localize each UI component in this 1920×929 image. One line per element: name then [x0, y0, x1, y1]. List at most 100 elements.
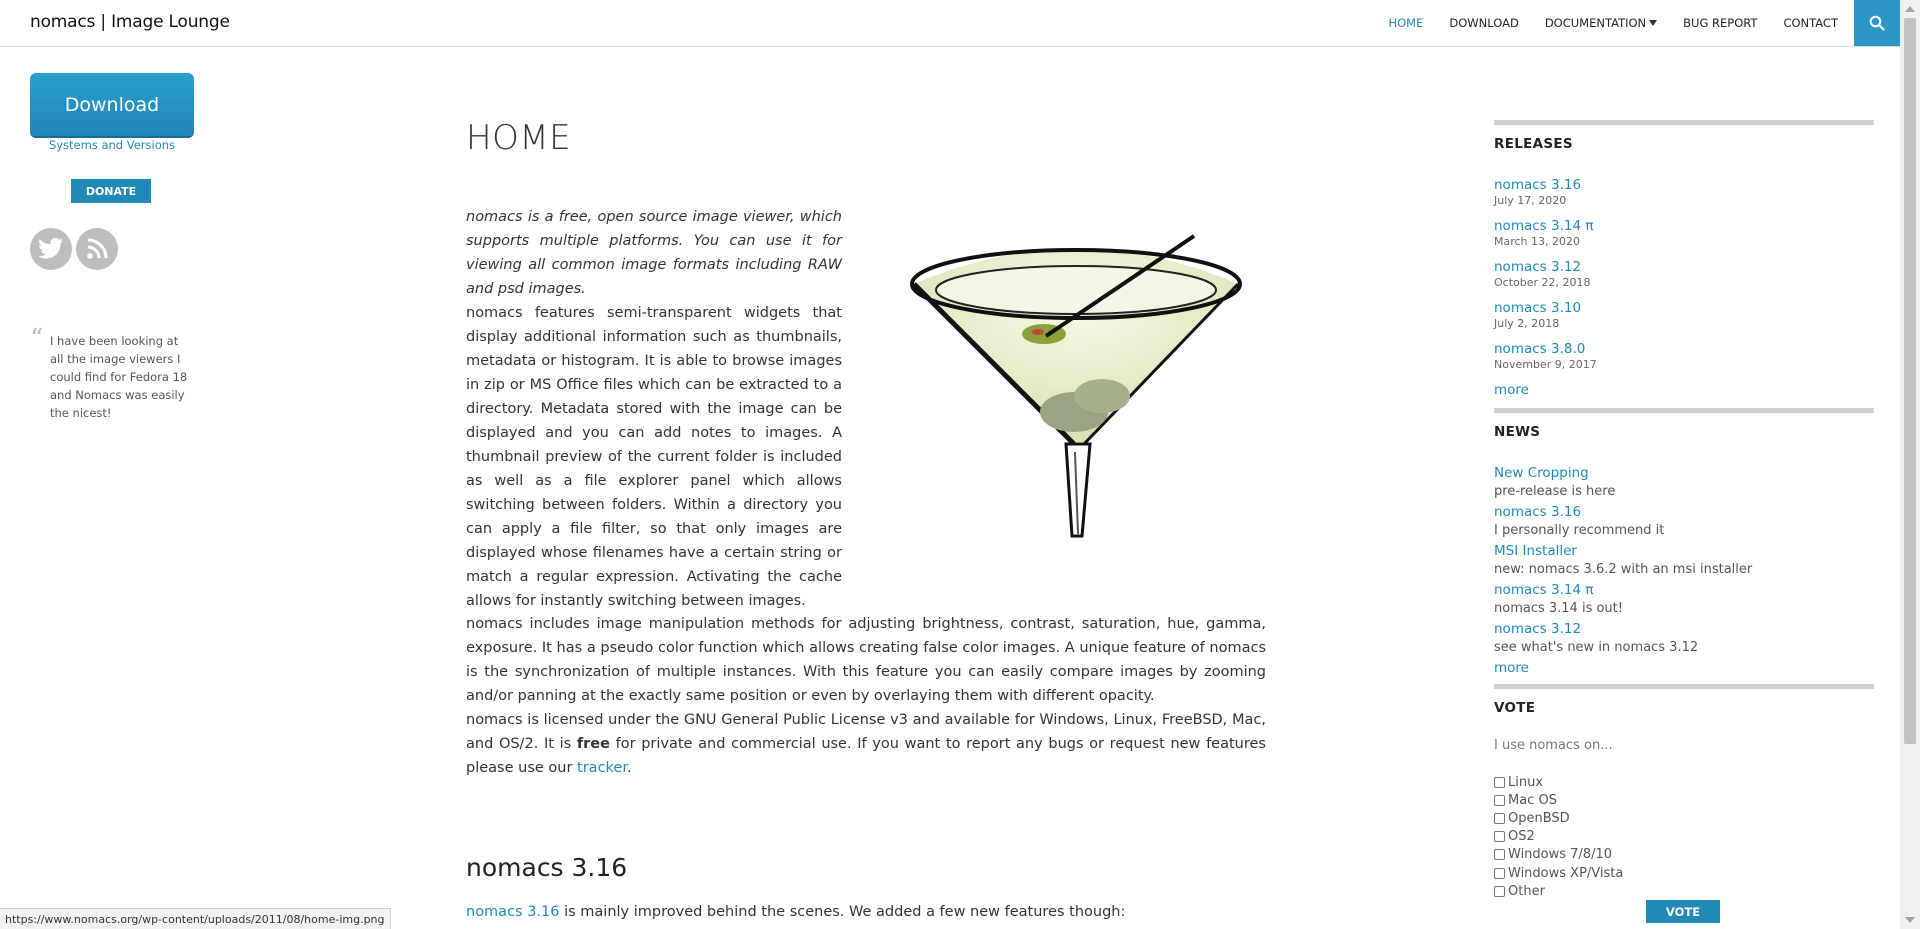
release-date: July 17, 2020 — [1494, 194, 1567, 207]
news-item: nomacs 3.16 I personally recommend it — [1494, 501, 1752, 540]
intro-paragraph: nomacs is a free, open source image view… — [466, 209, 842, 297]
systems-versions-link[interactable]: Systems and Versions — [30, 138, 194, 152]
news-divider — [1494, 408, 1874, 413]
news-link[interactable]: nomacs 3.14 π — [1494, 582, 1593, 598]
page-scrollbar[interactable] — [1900, 0, 1920, 929]
news-desc: nomacs 3.14 is out! — [1494, 601, 1623, 616]
release-paragraph: nomacs 3.16 is mainly improved behind th… — [466, 900, 1266, 924]
section-title: nomacs 3.16 — [466, 853, 628, 882]
download-button[interactable]: Download — [30, 73, 194, 136]
vote-option-label: OS2 — [1508, 829, 1535, 845]
checkbox[interactable] — [1494, 794, 1505, 806]
checkbox[interactable] — [1494, 812, 1505, 824]
license-text-end: . — [626, 760, 632, 776]
vote-option-label: Windows 7/8/10 — [1508, 847, 1613, 863]
site-title[interactable]: nomacs | Image Lounge — [30, 12, 230, 32]
features-paragraph: nomacs features semi-transparent widgets… — [466, 305, 842, 609]
nav-home[interactable]: HOME — [1388, 16, 1423, 30]
tracker-link[interactable]: tracker — [577, 760, 627, 776]
vote-divider — [1494, 684, 1874, 689]
free-text: free — [576, 736, 610, 752]
nav-documentation[interactable]: DOCUMENTATION — [1544, 16, 1658, 30]
quote-mark-icon: “ — [30, 324, 44, 354]
top-navbar: nomacs | Image Lounge HOME DOWNLOAD DOCU… — [0, 0, 1900, 47]
release-item: nomacs 3.10 July 2, 2018 — [1494, 297, 1597, 330]
news-list: New Cropping pre-release is here nomacs … — [1494, 462, 1752, 676]
release-link[interactable]: nomacs 3.8.0 — [1494, 341, 1585, 357]
nav-download[interactable]: DOWNLOAD — [1449, 16, 1518, 30]
testimonial-quote: I have been looking at all the image vie… — [50, 334, 188, 420]
vote-option-macos[interactable]: Mac OS — [1494, 791, 1623, 809]
news-item: nomacs 3.14 π nomacs 3.14 is out! — [1494, 579, 1752, 618]
vote-title: VOTE — [1494, 700, 1536, 716]
status-url-tooltip: https://www.nomacs.org/wp-content/upload… — [0, 908, 391, 929]
news-link[interactable]: New Cropping — [1494, 465, 1589, 481]
release-item: nomacs 3.16 July 17, 2020 — [1494, 174, 1597, 207]
news-more-link[interactable]: more — [1494, 660, 1529, 676]
news-desc: new: nomacs 3.6.2 with an msi installer — [1494, 562, 1753, 577]
nav-documentation-label: DOCUMENTATION — [1544, 16, 1647, 30]
vote-question: I use nomacs on... — [1494, 738, 1613, 753]
vote-option-openbsd[interactable]: OpenBSD — [1494, 809, 1623, 827]
news-desc: pre-release is here — [1494, 484, 1616, 499]
releases-divider — [1494, 120, 1874, 125]
vote-option-label: OpenBSD — [1508, 810, 1570, 826]
release-item: nomacs 3.14 π March 13, 2020 — [1494, 215, 1597, 248]
release-item: nomacs 3.8.0 November 9, 2017 — [1494, 338, 1597, 371]
release-date: November 9, 2017 — [1494, 358, 1597, 371]
page-title: HOME — [466, 118, 572, 158]
vote-option-other[interactable]: Other — [1494, 882, 1623, 900]
vote-option-windows-7-8-10[interactable]: Windows 7/8/10 — [1494, 846, 1623, 864]
release-date: March 13, 2020 — [1494, 235, 1581, 248]
license-paragraph: nomacs is licensed under the GNU General… — [466, 708, 1266, 780]
donate-button[interactable]: DONATE — [71, 179, 151, 203]
vote-option-windows-xp-vista[interactable]: Windows XP/Vista — [1494, 864, 1623, 882]
release-link[interactable]: nomacs 3.16 — [466, 904, 560, 920]
news-link[interactable]: MSI Installer — [1494, 543, 1577, 559]
manipulation-paragraph: nomacs includes image manipulation metho… — [466, 616, 1266, 704]
news-desc: I personally recommend it — [1494, 523, 1665, 538]
vote-button[interactable]: VOTE — [1646, 900, 1720, 923]
rss-icon[interactable] — [76, 228, 118, 270]
news-item: nomacs 3.12 see what's new in nomacs 3.1… — [1494, 618, 1752, 657]
vote-option-os2[interactable]: OS2 — [1494, 828, 1623, 846]
vote-option-label: Mac OS — [1508, 792, 1557, 808]
news-title: NEWS — [1494, 424, 1541, 440]
checkbox[interactable] — [1494, 849, 1505, 861]
twitter-icon[interactable] — [30, 228, 72, 270]
vote-option-linux[interactable]: Linux — [1494, 773, 1623, 791]
release-link[interactable]: nomacs 3.14 π — [1494, 218, 1593, 234]
releases-title: RELEASES — [1494, 136, 1573, 152]
search-icon — [1869, 15, 1885, 31]
release-date: October 22, 2018 — [1494, 276, 1591, 289]
checkbox[interactable] — [1494, 867, 1505, 879]
search-button[interactable] — [1854, 0, 1900, 46]
scroll-up-arrow-icon[interactable] — [1905, 6, 1915, 12]
main-nav: HOME DOWNLOAD DOCUMENTATION BUG REPORT C… — [1362, 0, 1838, 46]
social-links — [30, 228, 122, 270]
checkbox[interactable] — [1494, 831, 1505, 843]
nav-bug-report[interactable]: BUG REPORT — [1683, 16, 1757, 30]
vote-options: Linux Mac OS OpenBSD OS2 Windows 7/8/10 … — [1494, 773, 1623, 900]
release-link[interactable]: nomacs 3.16 — [1494, 177, 1581, 193]
scroll-down-arrow-icon[interactable] — [1905, 917, 1915, 923]
release-link[interactable]: nomacs 3.12 — [1494, 259, 1581, 275]
release-item: nomacs 3.12 October 22, 2018 — [1494, 256, 1597, 289]
news-item: New Cropping pre-release is here — [1494, 462, 1752, 501]
news-item: MSI Installer new: nomacs 3.6.2 with an … — [1494, 540, 1752, 579]
release-link[interactable]: nomacs 3.10 — [1494, 300, 1581, 316]
release-text: is mainly improved behind the scenes. We… — [559, 904, 1126, 920]
checkbox[interactable] — [1494, 885, 1505, 897]
martini-glass-illustration[interactable] — [906, 226, 1246, 546]
nav-contact[interactable]: CONTACT — [1783, 16, 1838, 30]
checkbox[interactable] — [1494, 776, 1505, 788]
caret-down-icon — [1649, 20, 1658, 26]
vote-option-label: Windows XP/Vista — [1508, 865, 1624, 881]
vote-option-label: Linux — [1508, 774, 1544, 790]
vote-option-label: Other — [1508, 883, 1545, 899]
news-link[interactable]: nomacs 3.12 — [1494, 621, 1581, 637]
scroll-thumb[interactable] — [1904, 18, 1916, 744]
releases-more-link[interactable]: more — [1494, 382, 1529, 398]
news-link[interactable]: nomacs 3.16 — [1494, 504, 1581, 520]
news-desc: see what's new in nomacs 3.12 — [1494, 640, 1699, 655]
